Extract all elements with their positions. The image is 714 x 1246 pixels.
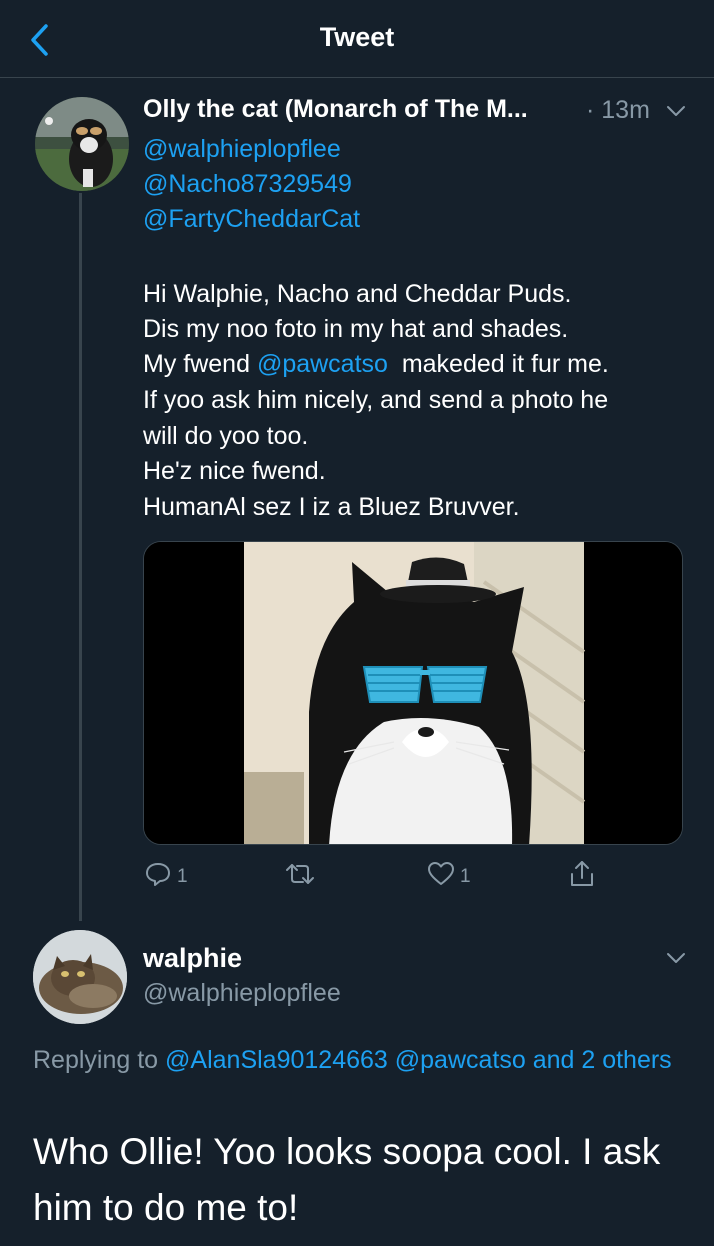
tweet-text-line: He'z nice fwend. [143,457,326,485]
tweet-text-segment: makeded it fur me. [387,350,609,378]
reply-tweet-text: Who Ollie! Yoo looks soopa cool. I ask h… [33,1131,661,1228]
reply-author-handle[interactable]: @walphieplopflee [143,979,341,1008]
reply-mention-link[interactable]: @Nacho87329549 [143,170,352,199]
tweet-text-line: Dis my noo foto in my hat and shades. [143,315,569,343]
like-count: 1 [460,866,471,887]
tweet-photo[interactable] [143,541,683,845]
thread-connector-line [79,193,82,921]
top-bar: Tweet [0,0,714,78]
reply-mention-link[interactable]: @walphieplopflee [143,135,341,164]
tweet-text-line: My fwend @pawcatso makeded it fur me. [143,350,609,379]
retweet-button[interactable] [285,862,321,892]
tweet-text-segment: My fwend [143,350,257,378]
like-button[interactable]: 1 [428,862,471,892]
mention-link[interactable]: @pawcatso [257,350,388,378]
page-title: Tweet [319,22,395,52]
chevron-down-icon[interactable] [665,951,687,965]
share-button[interactable] [569,860,595,894]
share-icon [569,860,595,894]
tweet-text-line: If yoo ask him nicely, and send a photo … [143,386,609,414]
reply-author-avatar[interactable] [33,930,127,1024]
replying-to-context: Replying to @AlanSla90124663 @pawcatso a… [33,1040,683,1080]
reply-icon [145,861,171,893]
replying-to-mentions[interactable]: @AlanSla90124663 @pawcatso and 2 others [165,1046,672,1074]
replying-to-label: Replying to [33,1046,166,1074]
reply-count: 1 [177,866,188,887]
author-avatar[interactable] [35,97,129,191]
tweet-text-line: will do yoo too. [143,422,309,450]
tweet-text-line: Hi Walphie, Nacho and Cheddar Puds. [143,280,572,308]
tweet-timestamp[interactable]: · 13m [586,96,650,125]
reply-author-name[interactable]: walphie [143,943,242,974]
reply-mention-link[interactable]: @FartyCheddarCat [143,205,360,234]
like-icon [428,862,454,892]
author-name[interactable]: Olly the cat (Monarch of The M... [143,95,528,124]
tweet-text-line: HumanAl sez I iz a Bluez Bruvver. [143,493,520,521]
chevron-down-icon[interactable] [665,104,687,118]
reply-button[interactable]: 1 [145,862,188,892]
retweet-icon [285,861,315,893]
